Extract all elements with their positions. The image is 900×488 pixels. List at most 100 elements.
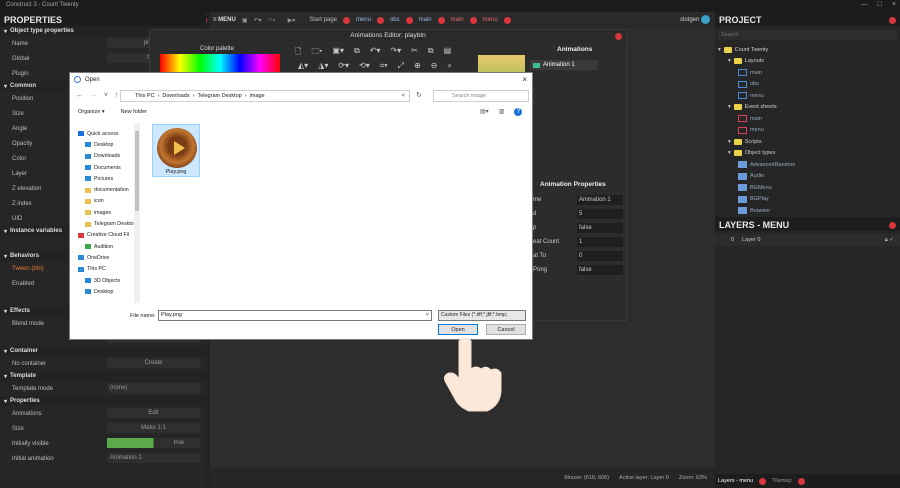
animation-property-row[interactable]: d5 xyxy=(533,207,625,221)
animation-property-row[interactable]: Pong false xyxy=(533,263,625,277)
animation-property-value[interactable]: false xyxy=(577,265,623,275)
chevron-down-icon[interactable]: ▾ xyxy=(718,47,721,53)
paste-icon[interactable]: ▤ xyxy=(444,46,452,60)
nav-item[interactable]: 3D Objects xyxy=(78,275,141,286)
chevron-down-icon[interactable]: ▾ xyxy=(728,104,731,110)
nav-item[interactable]: Downloads xyxy=(78,151,141,162)
tab-start-page[interactable]: Start page xyxy=(309,17,337,23)
chevron-down-icon[interactable]: ▾ xyxy=(728,150,731,156)
tab-tilemap[interactable]: Tilemap xyxy=(772,478,791,484)
lock-icon[interactable]: 🔒︎ ✓ xyxy=(885,237,894,244)
nav-item[interactable]: Quick access xyxy=(78,128,141,139)
animation-property-row[interactable]: at To 0 xyxy=(533,249,625,263)
cut-icon[interactable]: ✂ xyxy=(411,46,418,60)
up-arrow-icon[interactable]: ↑ xyxy=(115,92,119,99)
tree-item[interactable]: menu xyxy=(718,125,900,137)
tree-item[interactable]: Audio xyxy=(718,171,900,183)
close-tab-icon[interactable] xyxy=(503,16,511,24)
chevron-down-icon[interactable]: ▾ xyxy=(4,83,7,90)
new-file-icon[interactable]: 🗋︎ xyxy=(295,46,301,60)
cancel-button[interactable]: Cancel xyxy=(486,324,526,335)
redo-icon[interactable]: ↷▾ xyxy=(390,46,401,60)
animation-property-value[interactable]: 0 xyxy=(577,251,623,261)
chevron-down-icon[interactable]: ˅ xyxy=(426,311,429,320)
property-row[interactable]: No container Create xyxy=(0,356,206,371)
close-tab-icon[interactable] xyxy=(437,16,445,24)
new-folder-button[interactable]: New folder xyxy=(121,109,147,115)
zoom-out-icon[interactable]: ⊖ xyxy=(431,61,438,71)
tree-item[interactable]: AdvancedRandom xyxy=(718,159,900,171)
property-row[interactable]: Animations Edit xyxy=(0,406,206,421)
animation-property-row[interactable]: eat Count 1 xyxy=(533,235,625,249)
nav-item[interactable]: Audition xyxy=(78,241,141,252)
property-value[interactable]: (none) xyxy=(107,383,200,393)
tab-main[interactable]: main xyxy=(419,17,432,23)
tree-item[interactable]: main xyxy=(718,113,900,125)
zoom-reset-icon[interactable]: ⌕ xyxy=(447,61,451,71)
zoom-in-icon[interactable]: ⊕ xyxy=(414,61,421,71)
close-tab-icon[interactable] xyxy=(342,16,350,24)
tree-item[interactable]: ▾ Layouts xyxy=(718,56,900,68)
animation-property-row[interactable]: me Animation 1 xyxy=(533,193,625,207)
tree-item[interactable]: ▾ Object types xyxy=(718,148,900,160)
layer-row[interactable]: 0 Layer 0 🔒︎ ✓ xyxy=(715,234,900,246)
close-tab-icon[interactable] xyxy=(797,477,805,485)
play-icon[interactable]: ▶▾ xyxy=(288,17,296,24)
chevron-down-icon[interactable]: ▾ xyxy=(4,308,7,315)
search-input[interactable]: Search image xyxy=(433,90,529,102)
nav-item[interactable]: icon xyxy=(78,196,141,207)
property-section-header[interactable]: ▾ Properties xyxy=(0,396,206,406)
tab-main-events[interactable]: main xyxy=(451,17,464,23)
chevron-down-icon[interactable]: ▾ xyxy=(4,373,7,380)
resize-icon[interactable]: ⤢ xyxy=(398,61,404,71)
chevron-down-icon[interactable]: ▾ xyxy=(728,58,731,64)
close-window-button[interactable]: × xyxy=(892,1,896,8)
property-value[interactable]: Create xyxy=(107,358,200,368)
property-value[interactable]: true xyxy=(107,438,200,448)
help-icon[interactable]: ? xyxy=(514,108,523,116)
chevron-down-icon[interactable]: ▾ xyxy=(4,348,7,355)
close-panel-icon[interactable] xyxy=(889,222,896,229)
animation-property-row[interactable]: p false xyxy=(533,221,625,235)
nav-item[interactable]: images xyxy=(78,207,141,218)
animation-item[interactable]: Animation 1 xyxy=(530,60,598,70)
forward-arrow-icon[interactable]: → xyxy=(90,92,97,99)
close-tab-icon[interactable] xyxy=(469,16,477,24)
close-tab-icon[interactable] xyxy=(759,477,767,485)
chevron-down-icon[interactable]: ▾ xyxy=(728,139,731,145)
maximize-button[interactable]: □ xyxy=(878,1,882,8)
nav-item[interactable]: OneDrive xyxy=(78,252,141,263)
animation-property-value[interactable]: 5 xyxy=(577,209,623,219)
tab-layers[interactable]: Layers - menu xyxy=(718,478,753,484)
tree-item[interactable]: ▾ Count Twenty xyxy=(718,44,900,56)
property-section-header[interactable]: ▾ Template xyxy=(0,371,206,381)
nav-scrollbar[interactable] xyxy=(134,123,140,303)
property-value[interactable]: Edit xyxy=(107,408,200,418)
project-search[interactable]: Search xyxy=(718,30,897,40)
copy-icon[interactable]: ⧉ xyxy=(428,46,434,60)
chevron-down-icon[interactable]: ▾ xyxy=(4,253,7,260)
crop-icon[interactable]: ⌗▾ xyxy=(380,61,388,71)
mirror-icon[interactable]: ◮▾ xyxy=(318,61,328,71)
save-icon[interactable]: ▣ xyxy=(242,17,248,24)
property-value[interactable]: Animation 1 xyxy=(107,453,200,463)
tree-item[interactable]: ▾ Scripts xyxy=(718,136,900,148)
property-row[interactable]: Initial animation Animation 1 xyxy=(0,451,206,466)
preview-pane-icon[interactable]: ▥ xyxy=(499,108,505,116)
undo-icon[interactable]: ↶▾ xyxy=(254,17,262,24)
tab-obs[interactable]: obs xyxy=(390,17,400,23)
chevron-down-icon[interactable]: ▾ xyxy=(4,228,7,235)
flip-icon[interactable]: ◭▾ xyxy=(298,61,308,71)
nav-item[interactable]: Creative Cloud Fil xyxy=(78,230,141,241)
tree-item[interactable]: Browser xyxy=(718,205,900,217)
nav-item[interactable]: This PC xyxy=(78,264,141,275)
rotate-icon[interactable]: ⟳▾ xyxy=(338,61,349,71)
nav-item[interactable]: documentation xyxy=(78,184,141,195)
close-icon[interactable]: × xyxy=(522,75,527,84)
redo-icon[interactable]: ↷▾ xyxy=(268,17,276,24)
file-item[interactable]: Play.png xyxy=(152,124,200,177)
user-area[interactable]: slotgen xyxy=(680,15,711,24)
tree-item[interactable]: ▾ Event sheets xyxy=(718,102,900,114)
tab-menu[interactable]: menu xyxy=(356,17,371,23)
chevron-down-icon[interactable]: ˅ xyxy=(104,92,108,99)
